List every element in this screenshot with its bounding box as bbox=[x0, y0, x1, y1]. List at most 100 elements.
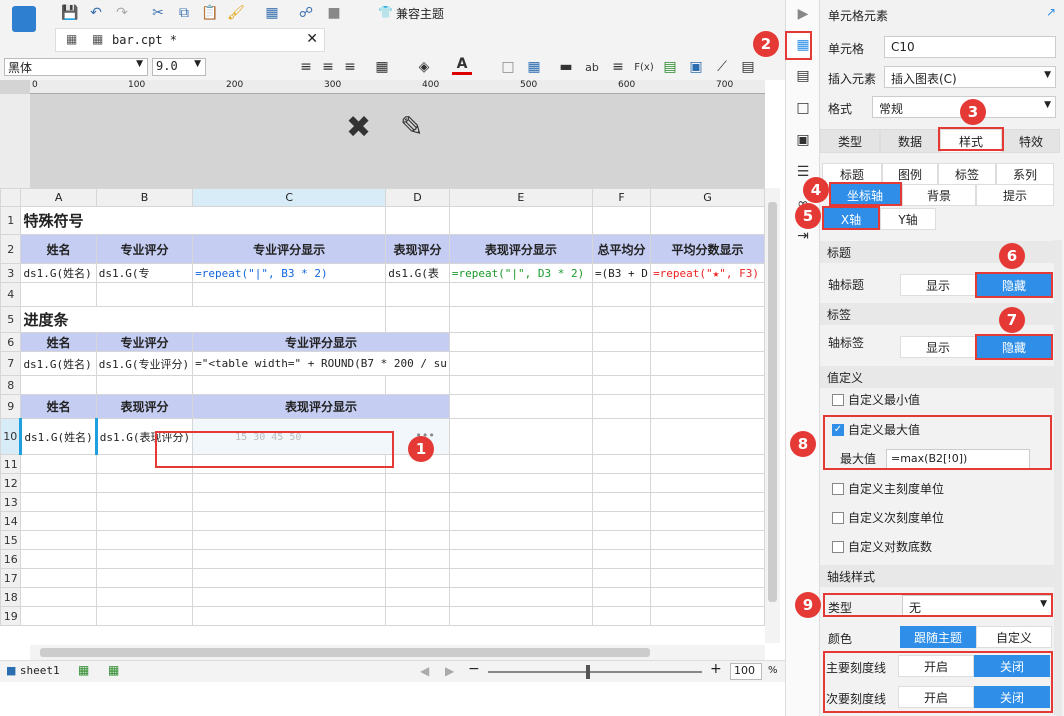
cell[interactable] bbox=[650, 454, 765, 474]
border-icon[interactable]: ▦ bbox=[372, 57, 392, 77]
cell[interactable] bbox=[650, 351, 765, 376]
cell[interactable] bbox=[95, 606, 194, 626]
tab-effect[interactable]: 特效 bbox=[1002, 129, 1060, 153]
column-header[interactable]: B bbox=[95, 188, 194, 207]
plugin-icon[interactable]: ☍ bbox=[296, 3, 316, 23]
cell[interactable] bbox=[192, 282, 387, 307]
cell[interactable] bbox=[192, 492, 387, 512]
font-size-select[interactable]: 9.0 ▼ bbox=[152, 58, 206, 76]
cell[interactable] bbox=[591, 511, 652, 531]
cell[interactable] bbox=[650, 492, 765, 512]
row-header[interactable]: 9 bbox=[0, 394, 22, 419]
cell[interactable] bbox=[448, 375, 593, 395]
custom-major-checkbox[interactable]: 自定义主刻度单位 bbox=[832, 480, 944, 497]
next-sheet-icon[interactable]: ▶ bbox=[445, 664, 454, 678]
cell[interactable] bbox=[192, 511, 387, 531]
row-header[interactable]: 15 bbox=[0, 530, 22, 550]
row-header[interactable]: 6 bbox=[0, 332, 22, 352]
column-header[interactable]: C bbox=[192, 188, 387, 207]
cell[interactable] bbox=[591, 492, 652, 512]
cell[interactable] bbox=[448, 587, 593, 607]
file-tab-name[interactable]: bar.cpt * bbox=[112, 33, 177, 47]
spreadsheet-grid[interactable]: A B C D E F G 1 特殊符号 2 姓名 专业评分 专业评分显示 表现评分 表现评… bbox=[0, 188, 765, 643]
cell[interactable]: =repeat("|", D3 * 2) bbox=[448, 263, 593, 283]
cell[interactable]: 姓名 bbox=[20, 234, 97, 264]
zoom-in-icon[interactable]: + bbox=[710, 661, 722, 677]
format-brush-icon[interactable]: 🖌 bbox=[226, 3, 246, 23]
cell[interactable] bbox=[591, 332, 652, 352]
subtab-series[interactable]: 系列 bbox=[996, 163, 1054, 185]
row-header[interactable]: 16 bbox=[0, 549, 22, 569]
cell[interactable] bbox=[448, 606, 593, 626]
cell[interactable] bbox=[95, 375, 194, 395]
import-icon[interactable]: ⇥ bbox=[793, 226, 813, 246]
cell[interactable] bbox=[20, 492, 97, 512]
cell[interactable] bbox=[591, 282, 652, 307]
cell[interactable]: 表现评分 bbox=[95, 394, 194, 419]
cell[interactable]: ds1.G(表 bbox=[385, 263, 450, 283]
corner-header[interactable] bbox=[0, 188, 22, 207]
cell[interactable] bbox=[95, 282, 194, 307]
cell[interactable]: =repeat("★", F3) bbox=[650, 263, 765, 283]
cell[interactable] bbox=[591, 206, 652, 235]
add-poly-sheet-icon[interactable]: ▦ bbox=[108, 663, 119, 677]
cell[interactable] bbox=[650, 568, 765, 588]
cell[interactable] bbox=[385, 206, 450, 235]
zoom-input[interactable]: 100 bbox=[730, 663, 762, 680]
cell[interactable] bbox=[95, 549, 194, 569]
cell[interactable] bbox=[591, 454, 652, 474]
cell[interactable]: =(B3 + D bbox=[591, 263, 652, 283]
cell[interactable] bbox=[385, 473, 450, 493]
column-header[interactable]: A bbox=[20, 188, 97, 207]
cell[interactable] bbox=[385, 306, 450, 333]
cell[interactable] bbox=[591, 394, 652, 419]
row-header[interactable]: 2 bbox=[0, 234, 22, 264]
align-right-icon[interactable]: ≡ bbox=[340, 57, 360, 77]
cell[interactable] bbox=[650, 306, 765, 333]
table-icon[interactable]: ▦ bbox=[524, 57, 544, 77]
prev-sheet-icon[interactable]: ◀ bbox=[420, 664, 429, 678]
text-icon[interactable]: ab bbox=[582, 57, 602, 77]
cell[interactable] bbox=[591, 375, 652, 395]
column-header[interactable]: E bbox=[448, 188, 593, 207]
cell[interactable] bbox=[448, 418, 593, 455]
cell[interactable] bbox=[448, 530, 593, 550]
cell[interactable] bbox=[20, 587, 97, 607]
cell[interactable]: 总平均分 bbox=[591, 234, 652, 264]
cell[interactable] bbox=[650, 418, 765, 455]
cell[interactable]: 专业评分 bbox=[95, 234, 194, 264]
tab-type[interactable]: 类型 bbox=[820, 129, 880, 153]
undo-icon[interactable]: ↶ bbox=[86, 3, 106, 23]
slash-icon[interactable]: ⟋ bbox=[712, 57, 732, 77]
compat-theme-button[interactable]: 👕 兼容主题 bbox=[378, 5, 444, 22]
panel-scrollbar[interactable] bbox=[1054, 240, 1062, 716]
color-follow-theme[interactable]: 跟随主题 bbox=[900, 626, 976, 648]
cell[interactable] bbox=[650, 206, 765, 235]
custom-minor-checkbox[interactable]: 自定义次刻度单位 bbox=[832, 509, 944, 526]
cell[interactable] bbox=[591, 606, 652, 626]
cell[interactable] bbox=[448, 351, 593, 376]
cell[interactable] bbox=[591, 418, 652, 455]
collapse-arrow-icon[interactable]: ▶ bbox=[793, 4, 813, 24]
vertical-scrollbar[interactable] bbox=[765, 188, 780, 643]
lock-icon[interactable]: ■ bbox=[324, 3, 344, 23]
save-icon[interactable]: 💾 bbox=[60, 3, 80, 23]
row-header[interactable]: 17 bbox=[0, 568, 22, 588]
cell[interactable]: 表现评分显示 bbox=[192, 394, 450, 419]
row-header[interactable]: 10 bbox=[0, 418, 22, 455]
cell-attribute-icon[interactable]: ▤ bbox=[793, 66, 813, 86]
section-title[interactable]: 进度条 bbox=[20, 306, 387, 333]
copy-icon[interactable]: ⧉ bbox=[174, 3, 194, 23]
cell[interactable] bbox=[385, 492, 450, 512]
widget-icon[interactable]: ▣ bbox=[793, 130, 813, 150]
row-header[interactable]: 5 bbox=[0, 306, 22, 333]
cell[interactable] bbox=[448, 549, 593, 569]
cell[interactable] bbox=[192, 568, 387, 588]
cell[interactable] bbox=[385, 568, 450, 588]
subtab-tooltip[interactable]: 提示 bbox=[976, 184, 1054, 206]
custom-min-checkbox[interactable]: 自定义最小值 bbox=[832, 391, 920, 408]
row-header[interactable]: 1 bbox=[0, 206, 22, 235]
cell[interactable]: ="<table width=" + ROUND(B7 * 200 / su bbox=[192, 351, 450, 376]
cell[interactable] bbox=[448, 306, 593, 333]
cell[interactable] bbox=[20, 473, 97, 493]
